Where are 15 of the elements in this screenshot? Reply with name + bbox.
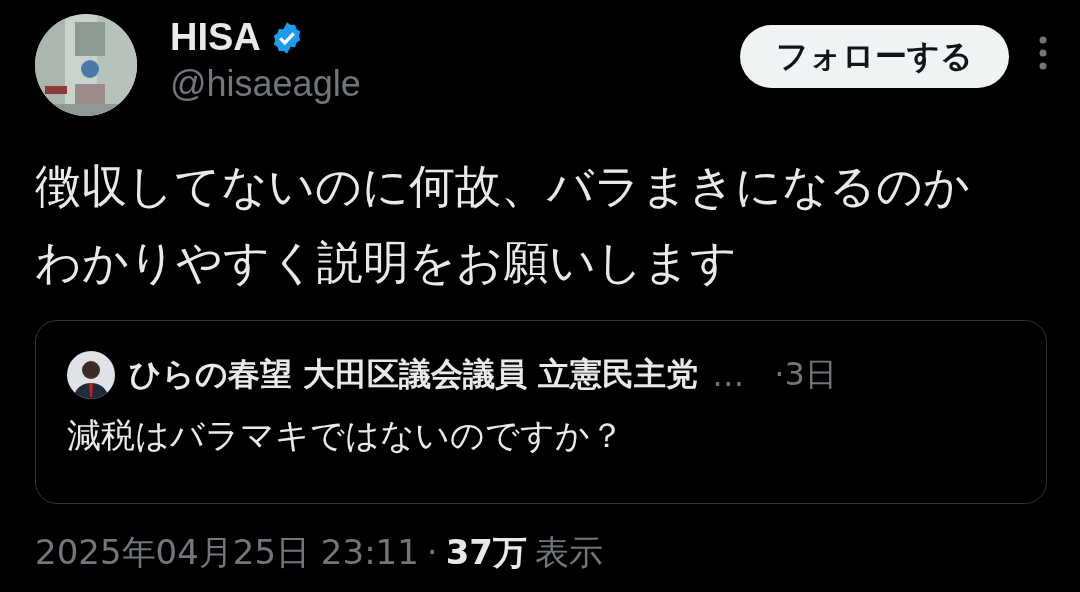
quoted-author-name[interactable]: ひらの春望 大田区議会議員 立憲民主党 [129,353,699,397]
follow-button[interactable]: フォローする [740,25,1009,88]
view-count: 37万 [445,531,527,574]
avatar-icon [67,351,115,399]
ellipsis-text: … [712,356,745,394]
more-options-icon[interactable] [1039,36,1047,70]
tweet-text: 徴収してないのに何故、バラまきになるのか わかりやすく説明をお願いします [35,158,971,291]
quoted-tweet-card[interactable]: ひらの春望 大田区議会議員 立憲民主党 … ·3日 減税はバラマキではないのですか？ [35,320,1047,504]
timestamp[interactable]: 2025年04月25日 23:11 [35,530,419,576]
author-handle[interactable]: @hisaeagle [170,63,740,105]
separator-dot: · [426,532,438,572]
views-label: 表示 [535,531,603,574]
author-name[interactable]: HISA [170,16,261,59]
quoted-text: 減税はバラマキではないのですか？ [67,414,625,457]
quoted-time: ·3日 [774,354,837,395]
